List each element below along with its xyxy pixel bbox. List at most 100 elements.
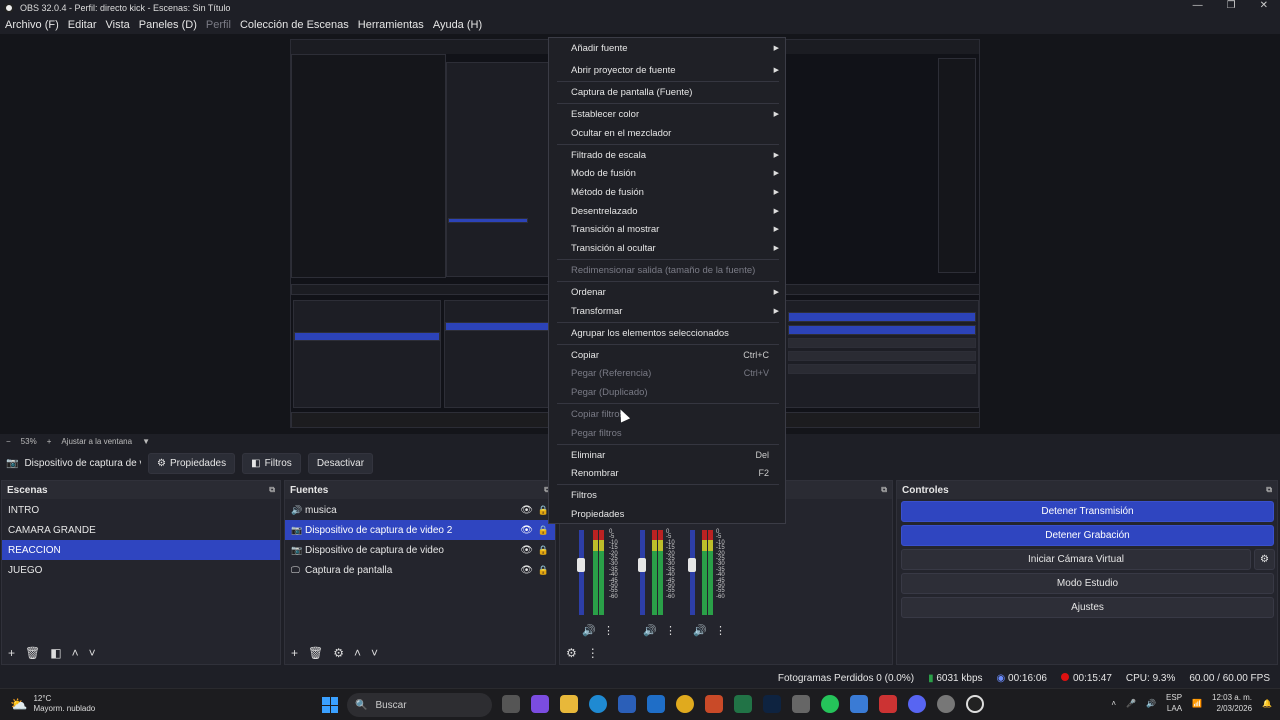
menu-perfil[interactable]: Perfil: [206, 19, 231, 31]
menu-item-captura-fuente[interactable]: Captura de pantalla (Fuente): [549, 83, 785, 101]
more-options-icon[interactable]: ⋮: [587, 646, 599, 660]
weather-widget[interactable]: ⛅ 12°C Mayorm. nublado: [10, 694, 95, 714]
source-item-captura-video[interactable]: 📷 Dispositivo de captura de video 👁 🔒: [285, 540, 555, 560]
gear-icon[interactable]: ⚙: [333, 646, 344, 660]
virtual-cam-settings-button[interactable]: ⚙: [1254, 549, 1275, 570]
app-icon-2[interactable]: [879, 695, 897, 713]
trash-icon[interactable]: 🗑: [308, 646, 323, 660]
volume-slider[interactable]: [577, 530, 585, 615]
more-options-icon[interactable]: ⋮: [715, 624, 726, 637]
store-icon[interactable]: [792, 695, 810, 713]
volume-slider[interactable]: [688, 530, 696, 615]
add-icon[interactable]: +: [291, 646, 298, 660]
stop-stream-button[interactable]: Detener Transmisión: [901, 501, 1274, 522]
menu-paneles[interactable]: Paneles (D): [139, 19, 197, 31]
chevron-up-icon[interactable]: ˄: [1111, 699, 1116, 708]
deactivate-button[interactable]: Desactivar: [307, 452, 374, 474]
windows-start-icon[interactable]: [322, 697, 338, 713]
menu-item-abrir-proyector[interactable]: Abrir proyector de fuente ▶: [549, 61, 785, 79]
file-explorer-icon[interactable]: [560, 695, 578, 713]
more-options-icon[interactable]: ⋮: [665, 624, 676, 637]
move-down-icon[interactable]: ˅: [89, 646, 96, 660]
clock[interactable]: 12:03 a. m. 2/03/2026: [1212, 692, 1252, 714]
menu-item-copiar-filtros[interactable]: Copiar filtros: [549, 405, 785, 423]
filters-button[interactable]: ◧ Filtros: [242, 452, 301, 474]
add-icon[interactable]: +: [8, 646, 15, 660]
menu-item-pegar-duplicado[interactable]: Pegar (Duplicado): [549, 383, 785, 401]
menu-item-redimensionar-salida[interactable]: Redimensionar salida (tamaño de la fuent…: [549, 261, 785, 279]
visibility-eye-icon[interactable]: 👁: [520, 565, 533, 576]
menu-item-renombrar[interactable]: Renombrar F2: [549, 464, 785, 482]
discord-icon[interactable]: [908, 695, 926, 713]
studio-mode-button[interactable]: Modo Estudio: [901, 573, 1274, 594]
volume-icon[interactable]: 🔊: [1146, 699, 1156, 708]
visibility-eye-icon[interactable]: 👁: [520, 545, 533, 556]
scene-item-juego[interactable]: JUEGO: [2, 560, 280, 580]
source-item-musica[interactable]: 🔊 musica 👁 🔒: [285, 500, 555, 520]
edge-icon[interactable]: [589, 695, 607, 713]
fit-dropdown-icon[interactable]: ▼: [142, 437, 150, 446]
undock-icon[interactable]: ⧉: [269, 485, 275, 495]
menu-item-transformar[interactable]: Transformar ▶: [549, 302, 785, 320]
source-item-captura-pantalla[interactable]: 🖵 Captura de pantalla 👁 🔒: [285, 560, 555, 580]
menu-item-propiedades[interactable]: Propiedades: [549, 505, 785, 523]
menu-vista[interactable]: Vista: [106, 19, 130, 31]
volume-slider[interactable]: [638, 530, 646, 615]
menu-item-establecer-color[interactable]: Establecer color ▶: [549, 105, 785, 123]
copilot-icon[interactable]: [531, 695, 549, 713]
menu-item-anadir-fuente[interactable]: Añadir fuente ▶: [549, 39, 785, 57]
move-down-icon[interactable]: ˅: [371, 646, 378, 660]
menu-item-copiar[interactable]: Copiar Ctrl+C: [549, 346, 785, 364]
settings-app-icon[interactable]: [937, 695, 955, 713]
whatsapp-icon[interactable]: [821, 695, 839, 713]
menu-item-metodo-fusion[interactable]: Método de fusión ▶: [549, 183, 785, 201]
trash-icon[interactable]: 🗑: [25, 646, 40, 660]
chrome-icon[interactable]: [676, 695, 694, 713]
scene-item-reaccion[interactable]: REACCION: [2, 540, 280, 560]
speaker-icon[interactable]: 🔊: [693, 624, 707, 637]
taskbar-search[interactable]: 🔍 Buscar: [347, 693, 492, 717]
undock-icon[interactable]: ⧉: [1266, 485, 1272, 495]
menu-item-ocultar-mezclador[interactable]: Ocultar en el mezclador: [549, 124, 785, 142]
lock-icon[interactable]: 🔒: [538, 545, 549, 556]
menu-item-transicion-ocultar[interactable]: Transición al ocultar ▶: [549, 239, 785, 257]
visibility-eye-icon[interactable]: 👁: [520, 525, 533, 536]
virtual-cam-button[interactable]: Iniciar Cámara Virtual: [901, 549, 1251, 570]
photoshop-icon[interactable]: [763, 695, 781, 713]
app-icon[interactable]: [850, 695, 868, 713]
lock-icon[interactable]: 🔒: [538, 525, 549, 536]
powerpoint-icon[interactable]: [705, 695, 723, 713]
menu-item-transicion-mostrar[interactable]: Transición al mostrar ▶: [549, 220, 785, 238]
move-up-icon[interactable]: ˄: [72, 646, 79, 660]
visibility-eye-icon[interactable]: 👁: [520, 505, 533, 516]
microphone-icon[interactable]: 🎤: [1126, 699, 1136, 708]
menu-item-filtrado-escala[interactable]: Filtrado de escala ▶: [549, 146, 785, 164]
fit-window-label[interactable]: Ajustar a la ventana: [61, 437, 132, 446]
filter-icon[interactable]: ◧: [50, 646, 61, 660]
minimize-button[interactable]: —: [1193, 0, 1203, 11]
source-item-captura-video-2[interactable]: 📷 Dispositivo de captura de video 2 👁 🔒: [285, 520, 555, 540]
zoom-out-button[interactable]: −: [6, 437, 11, 446]
more-options-icon[interactable]: ⋮: [603, 624, 614, 637]
menu-archivo[interactable]: Archivo (F): [5, 19, 59, 31]
properties-button[interactable]: ⚙ Propiedades: [148, 452, 236, 474]
menu-ayuda[interactable]: Ayuda (H): [433, 19, 482, 31]
word-icon[interactable]: [618, 695, 636, 713]
zoom-in-button[interactable]: +: [47, 437, 52, 446]
settings-button[interactable]: Ajustes: [901, 597, 1274, 618]
language-indicator[interactable]: ESP LAA: [1166, 692, 1182, 714]
speaker-icon[interactable]: 🔊: [643, 624, 657, 637]
move-up-icon[interactable]: ˄: [354, 646, 361, 660]
menu-item-desentrelazado[interactable]: Desentrelazado ▶: [549, 202, 785, 220]
menu-item-ordenar[interactable]: Ordenar ▶: [549, 283, 785, 301]
maximize-button[interactable]: ❐: [1227, 0, 1236, 11]
lock-icon[interactable]: 🔒: [538, 565, 549, 576]
notification-bell-icon[interactable]: 🔔: [1262, 699, 1272, 708]
mixer-settings-icon[interactable]: ⚙: [566, 646, 577, 660]
menu-item-eliminar[interactable]: Eliminar Del: [549, 446, 785, 464]
scene-item-camara-grande[interactable]: CAMARA GRANDE: [2, 520, 280, 540]
excel-icon[interactable]: [734, 695, 752, 713]
task-view-icon[interactable]: [502, 695, 520, 713]
outlook-icon[interactable]: [647, 695, 665, 713]
speaker-icon[interactable]: 🔊: [582, 624, 596, 637]
